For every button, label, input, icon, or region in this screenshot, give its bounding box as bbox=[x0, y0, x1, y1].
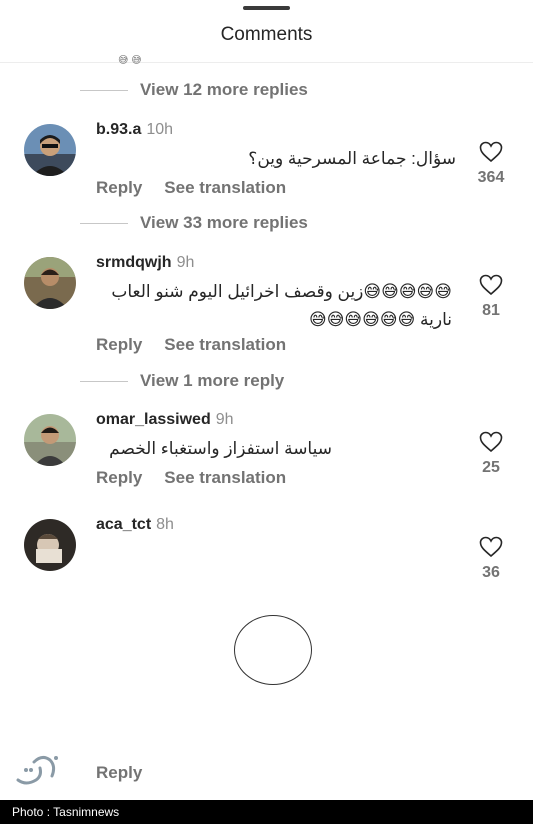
reply-button[interactable]: Reply bbox=[96, 178, 142, 198]
photo-credit: Photo : Tasnimnews bbox=[0, 800, 533, 824]
comment-username[interactable]: srmdqwjh 9h bbox=[96, 254, 194, 272]
like-count: 81 bbox=[482, 302, 500, 319]
reply-button[interactable]: Reply bbox=[96, 335, 142, 355]
avatar[interactable] bbox=[24, 124, 76, 176]
reply-button[interactable]: Reply bbox=[96, 468, 142, 488]
view-more-replies-button[interactable]: View 33 more replies bbox=[80, 213, 308, 233]
view-more-replies-label: View 1 more reply bbox=[140, 371, 285, 390]
avatar[interactable] bbox=[24, 519, 76, 571]
see-translation-button[interactable]: See translation bbox=[164, 468, 286, 488]
comment-username[interactable]: aca_tct 8h bbox=[96, 516, 174, 534]
see-translation-button[interactable]: See translation bbox=[164, 335, 286, 355]
like-button[interactable]: 81 bbox=[470, 274, 512, 320]
view-more-replies-label: View 12 more replies bbox=[140, 80, 308, 99]
tasnim-logo bbox=[16, 755, 58, 785]
comment-time: 9h bbox=[215, 411, 234, 428]
avatar[interactable] bbox=[24, 257, 76, 309]
reply-button[interactable]: Reply bbox=[96, 763, 142, 783]
drag-handle[interactable] bbox=[243, 6, 290, 10]
comment-text: 😅😅😅😅😅زين وقصف اخرائيل اليوم شنو العاب نا… bbox=[111, 282, 452, 329]
header-divider bbox=[0, 62, 533, 63]
sheet-title: Comments bbox=[220, 24, 313, 45]
partial-emoji-row: 😅 😅 bbox=[118, 55, 142, 66]
username-text[interactable]: aca_tct bbox=[96, 516, 151, 533]
comment-time: 10h bbox=[146, 121, 174, 138]
comment-username[interactable]: b.93.a 10h bbox=[96, 121, 173, 139]
username-text[interactable]: b.93.a bbox=[96, 121, 141, 138]
replies-line bbox=[80, 222, 128, 224]
view-more-replies-button[interactable]: View 12 more replies bbox=[80, 80, 308, 100]
heart-outline-icon[interactable] bbox=[479, 536, 503, 558]
like-button[interactable]: 364 bbox=[470, 141, 512, 187]
username-text[interactable]: srmdqwjh bbox=[96, 254, 172, 271]
heart-outline-icon[interactable] bbox=[479, 431, 503, 453]
view-more-replies-label: View 33 more replies bbox=[140, 213, 308, 232]
like-button[interactable]: 25 bbox=[470, 431, 512, 477]
replies-line bbox=[80, 89, 128, 91]
replies-line bbox=[80, 380, 128, 382]
comment-time: 8h bbox=[156, 516, 174, 533]
like-count: 36 bbox=[482, 564, 500, 581]
username-text[interactable]: omar_lassiwed bbox=[96, 411, 211, 428]
avatar[interactable] bbox=[24, 414, 76, 466]
comments-sheet: Comments 😅 😅 View 12 more replies b.93.a… bbox=[0, 0, 533, 800]
like-count: 364 bbox=[477, 169, 505, 186]
comment-time: 9h bbox=[176, 254, 195, 271]
comment-text: سياسة استفزاز واستغباء الخصم bbox=[109, 439, 332, 458]
see-translation-button[interactable]: See translation bbox=[164, 178, 286, 198]
loading-circle-icon bbox=[234, 615, 312, 685]
like-count: 25 bbox=[482, 459, 500, 476]
like-button[interactable]: 36 bbox=[470, 536, 512, 582]
heart-outline-icon[interactable] bbox=[479, 274, 503, 296]
view-more-replies-button[interactable]: View 1 more reply bbox=[80, 371, 284, 391]
heart-outline-icon[interactable] bbox=[479, 141, 503, 163]
comment-text: سؤال: جماعة المسرحية وين؟ bbox=[248, 149, 456, 168]
comment-username[interactable]: omar_lassiwed 9h bbox=[96, 411, 234, 429]
